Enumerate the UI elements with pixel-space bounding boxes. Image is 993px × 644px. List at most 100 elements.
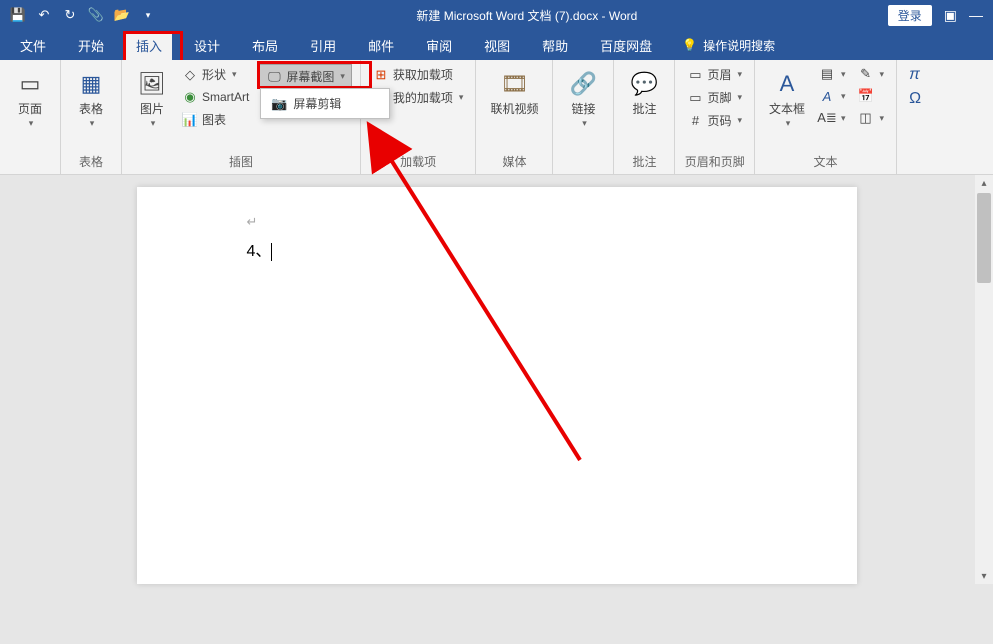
header-button[interactable]: ▭ 页眉▾ — [683, 64, 746, 85]
comment-icon: 💬 — [628, 68, 660, 100]
dropdown-icon: ▾ — [90, 118, 95, 129]
wordart-button[interactable]: A▾ — [815, 86, 850, 106]
online-video-button[interactable]: 🎞 联机视频 — [484, 64, 544, 120]
tab-view[interactable]: 视图 — [474, 30, 520, 61]
store-icon: ⊞ — [373, 67, 389, 83]
dropdown-icon: ▾ — [29, 118, 34, 129]
scroll-up-icon[interactable]: ▴ — [975, 175, 993, 191]
equation-button[interactable]: π — [905, 64, 925, 86]
wordart-icon: A — [819, 88, 835, 104]
tab-mailings[interactable]: 邮件 — [358, 30, 404, 61]
dropdown-icon: ▾ — [151, 118, 156, 129]
textbox-button[interactable]: A 文本框 ▾ — [763, 64, 811, 133]
group-media: 🎞 联机视频 媒体 — [476, 60, 553, 174]
group-tables: ▦ 表格 ▾ 表格 — [61, 60, 122, 174]
object-button[interactable]: ◫▾ — [854, 108, 889, 128]
group-label: 加载项 — [400, 151, 436, 172]
group-text: A 文本框 ▾ ▤▾ A▾ A≣▾ ✎▾ 📅 ◫▾ 文本 — [755, 60, 897, 174]
tell-me-label: 操作说明搜索 — [703, 37, 775, 54]
screenshot-icon: 🖵 — [266, 69, 282, 85]
attach-icon[interactable]: 📎 — [88, 7, 104, 23]
textbox-icon: A — [771, 68, 803, 100]
group-links: 🔗 链接 ▾ — [553, 60, 614, 174]
date-icon: 📅 — [858, 88, 874, 104]
tab-references[interactable]: 引用 — [300, 30, 346, 61]
symbol-button[interactable]: Ω — [905, 88, 925, 110]
redo-icon[interactable]: ↻ — [62, 7, 78, 23]
paragraph[interactable]: ↵ — [247, 213, 747, 231]
header-icon: ▭ — [687, 67, 703, 83]
quick-parts-button[interactable]: ▤▾ — [815, 64, 850, 84]
group-label: 批注 — [632, 151, 656, 172]
undo-icon[interactable]: ↶ — [36, 7, 52, 23]
object-icon: ◫ — [858, 110, 874, 126]
links-button[interactable]: 🔗 链接 ▾ — [561, 64, 605, 133]
group-label: 表格 — [79, 151, 103, 172]
pages-button[interactable]: ▭ 页面 ▾ — [8, 64, 52, 133]
vertical-scrollbar[interactable]: ▴ ▾ — [975, 175, 993, 584]
save-icon[interactable]: 💾 — [10, 7, 26, 23]
page-number-button[interactable]: # 页码▾ — [683, 110, 746, 131]
tab-help[interactable]: 帮助 — [532, 30, 578, 61]
table-icon: ▦ — [75, 68, 107, 100]
shapes-icon: ◇ — [182, 67, 198, 83]
scroll-down-icon[interactable]: ▾ — [975, 568, 993, 584]
group-pages: ▭ 页面 ▾ — [0, 60, 61, 174]
group-label: 媒体 — [502, 151, 526, 172]
tab-design[interactable]: 设计 — [184, 30, 230, 61]
lightbulb-icon: 💡 — [682, 38, 697, 52]
screenshot-dropdown-menu: 📷 屏幕剪辑 — [260, 88, 390, 119]
dropdown-icon: ▾ — [582, 118, 587, 129]
screenshot-button[interactable]: 🖵 屏幕截图 ▾ 📷 屏幕剪辑 — [259, 64, 352, 89]
title-bar: 💾 ↶ ↻ 📎 📂 ▾ 新建 Microsoft Word 文档 (7).doc… — [0, 0, 993, 30]
chart-icon: 📊 — [182, 112, 198, 128]
dropcap-button[interactable]: A≣▾ — [815, 108, 850, 128]
open-folder-icon[interactable]: 📂 — [114, 7, 130, 23]
scroll-thumb[interactable] — [977, 193, 991, 283]
tab-insert[interactable]: 插入 — [126, 33, 172, 60]
table-button[interactable]: ▦ 表格 ▾ — [69, 64, 113, 133]
chart-button[interactable]: 📊 图表 — [178, 109, 253, 130]
minimize-icon[interactable]: — — [969, 7, 983, 23]
tab-home[interactable]: 开始 — [68, 30, 114, 61]
comment-button[interactable]: 💬 批注 — [622, 64, 666, 120]
title-right: 登录 ▣ — — [888, 5, 993, 26]
window-title: 新建 Microsoft Word 文档 (7).docx - Word — [166, 7, 888, 24]
screen-clipping-item[interactable]: 📷 屏幕剪辑 — [261, 89, 389, 118]
pictures-button[interactable]: 🖼 图片 ▾ — [130, 64, 174, 133]
tab-baidu[interactable]: 百度网盘 — [590, 30, 662, 61]
signature-icon: ✎ — [858, 66, 874, 82]
tab-review[interactable]: 审阅 — [416, 30, 462, 61]
tab-file[interactable]: 文件 — [10, 30, 56, 61]
group-label: 插图 — [229, 151, 253, 172]
camera-plus-icon: 📷 — [271, 96, 287, 112]
login-button[interactable]: 登录 — [888, 5, 932, 26]
page-icon: ▭ — [14, 68, 46, 100]
dropdown-icon: ▾ — [786, 118, 791, 129]
tell-me-search[interactable]: 💡 操作说明搜索 — [682, 37, 775, 54]
smartart-button[interactable]: ◉ SmartArt — [178, 87, 253, 107]
group-label: 文本 — [814, 151, 838, 172]
group-symbols: π Ω — [897, 60, 933, 174]
dropdown-icon: ▾ — [340, 71, 345, 82]
datetime-button[interactable]: 📅 — [854, 86, 889, 106]
signature-button[interactable]: ✎▾ — [854, 64, 889, 84]
text-cursor — [271, 243, 272, 261]
shapes-button[interactable]: ◇ 形状▾ — [178, 64, 253, 85]
parts-icon: ▤ — [819, 66, 835, 82]
footer-icon: ▭ — [687, 90, 703, 106]
video-icon: 🎞 — [498, 68, 530, 100]
ribbon-tabs: 文件 开始 插入 设计 布局 引用 邮件 审阅 视图 帮助 百度网盘 💡 操作说… — [0, 30, 993, 60]
ribbon-display-icon[interactable]: ▣ — [944, 7, 957, 24]
document-page[interactable]: ↵ 4、 — [137, 187, 857, 584]
paragraph[interactable]: 4、 — [247, 237, 747, 261]
group-illustrations: 🖼 图片 ▾ ◇ 形状▾ ◉ SmartArt 📊 图表 — [122, 60, 361, 174]
quick-access-toolbar: 💾 ↶ ↻ 📎 📂 ▾ — [0, 7, 166, 23]
tab-layout[interactable]: 布局 — [242, 30, 288, 61]
qat-customize-icon[interactable]: ▾ — [140, 7, 156, 23]
document-area[interactable]: ↵ 4、 — [0, 175, 993, 584]
smartart-icon: ◉ — [182, 89, 198, 105]
footer-button[interactable]: ▭ 页脚▾ — [683, 87, 746, 108]
link-icon: 🔗 — [567, 68, 599, 100]
get-addins-button[interactable]: ⊞ 获取加载项 — [369, 64, 468, 85]
